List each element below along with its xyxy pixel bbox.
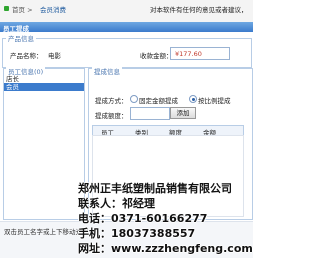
radio-percentage-label[interactable]: 按比例提成 (198, 95, 231, 105)
feedback-notice[interactable]: 对本软件有任何的意见或者建议， (150, 4, 252, 14)
add-button[interactable]: 添加 (170, 107, 196, 119)
radio-fixed-amount[interactable] (130, 95, 138, 103)
window-title: 员工提成 (3, 25, 29, 33)
commission-amount-input[interactable] (130, 107, 170, 120)
breadcrumb-current[interactable]: 会员消费 (40, 4, 66, 14)
staff-item-selected[interactable]: 会员 (4, 83, 84, 91)
ad-phone: 电话：0371-60166277 (78, 212, 208, 225)
product-name-value: 电影 (48, 52, 61, 60)
product-name-label: 产品名称： (10, 52, 43, 60)
commission-mode-label: 提成方式： (95, 97, 128, 105)
radio-fixed-amount-label[interactable]: 固定金额提成 (139, 95, 178, 105)
product-info-legend: 产品信息 (6, 33, 36, 43)
ad-contact: 联系人：祁经理 (78, 197, 155, 210)
staff-item[interactable]: 店长 (4, 75, 84, 83)
ad-website: 网址：www.zzzhengfeng.com (78, 242, 253, 255)
ad-mobile: 手机：18037388557 (78, 227, 196, 240)
breadcrumb-home[interactable]: 首页 > (12, 4, 33, 14)
radio-percentage[interactable] (189, 95, 197, 103)
ad-company: 郑州正丰纸塑制品销售有限公司 (78, 182, 232, 195)
commission-legend: 提成信息 (92, 66, 122, 76)
commission-amount-label: 提成额度： (95, 112, 128, 120)
window-titlebar: 员工提成 (0, 22, 253, 33)
home-icon[interactable] (4, 6, 9, 11)
amount-field[interactable]: ¥177.60 (170, 47, 230, 60)
hint-text: 双击员工名字或上下移动光标 (4, 228, 89, 236)
amount-label: 收款金额： (140, 52, 173, 60)
amount-value: ¥177.60 (175, 50, 202, 58)
